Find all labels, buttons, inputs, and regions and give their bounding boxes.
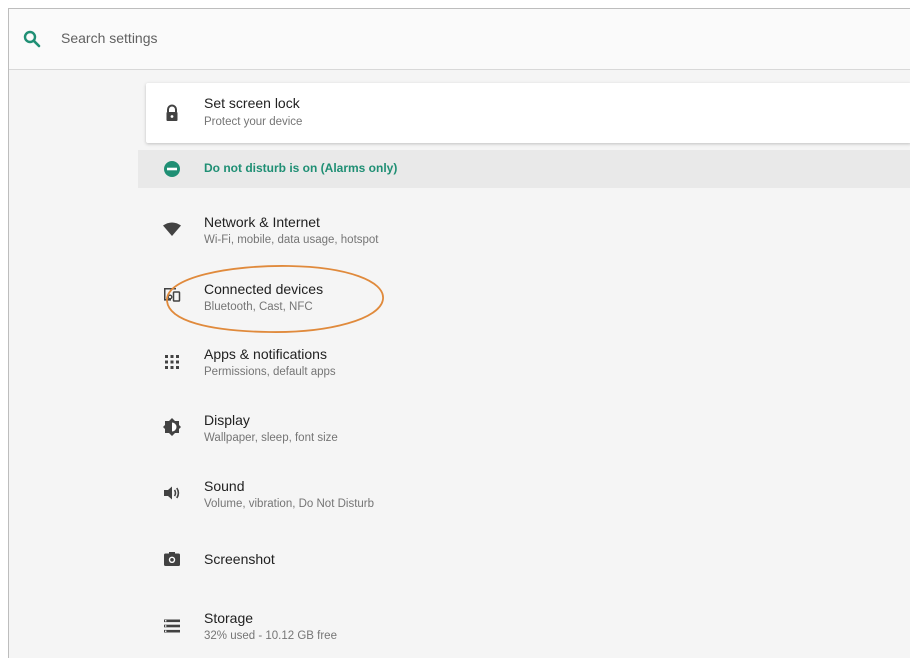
lock-icon xyxy=(166,104,178,121)
settings-item-storage[interactable]: Storage 32% used - 10.12 GB free xyxy=(146,601,846,651)
brightness-icon xyxy=(163,418,181,436)
settings-item-apps[interactable]: Apps & notifications Permissions, defaul… xyxy=(146,337,846,387)
network-title: Network & Internet xyxy=(204,214,320,230)
apps-grid-icon xyxy=(165,355,179,369)
screenshot-title: Screenshot xyxy=(204,551,275,567)
apps-subtitle: Permissions, default apps xyxy=(204,366,336,378)
network-subtitle: Wi-Fi, mobile, data usage, hotspot xyxy=(204,234,379,246)
sound-title: Sound xyxy=(204,478,245,494)
screen-lock-title: Set screen lock xyxy=(204,95,300,111)
search-icon[interactable] xyxy=(23,30,41,48)
connected-devices-subtitle: Bluetooth, Cast, NFC xyxy=(204,301,313,313)
settings-item-display[interactable]: Display Wallpaper, sleep, font size xyxy=(146,403,846,453)
settings-list: Set screen lock Protect your device Do n… xyxy=(9,70,910,658)
dnd-banner[interactable]: Do not disturb is on (Alarms only) xyxy=(138,150,910,188)
storage-icon xyxy=(164,619,180,633)
search-input[interactable]: Search settings xyxy=(61,30,158,46)
settings-item-network[interactable]: Network & Internet Wi-Fi, mobile, data u… xyxy=(146,205,846,255)
sound-subtitle: Volume, vibration, Do Not Disturb xyxy=(204,498,375,510)
wifi-icon xyxy=(163,222,181,236)
settings-item-screenshot[interactable]: Screenshot xyxy=(146,537,846,581)
display-title: Display xyxy=(204,412,250,428)
display-subtitle: Wallpaper, sleep, font size xyxy=(204,432,338,444)
volume-icon xyxy=(164,486,180,500)
devices-icon xyxy=(164,288,181,302)
screen-lock-card[interactable]: Set screen lock Protect your device xyxy=(146,83,910,143)
storage-subtitle: 32% used - 10.12 GB free xyxy=(204,630,337,642)
settings-item-connected-devices[interactable]: Connected devices Bluetooth, Cast, NFC xyxy=(146,271,846,321)
settings-window: Search settings Set screen lock Protect … xyxy=(8,8,910,658)
dnd-label: Do not disturb is on (Alarms only) xyxy=(204,161,398,175)
storage-title: Storage xyxy=(204,610,254,626)
dnd-icon xyxy=(164,161,180,177)
screen-lock-subtitle: Protect your device xyxy=(204,116,303,128)
search-bar[interactable]: Search settings xyxy=(9,9,910,70)
camera-icon xyxy=(164,552,180,566)
settings-item-sound[interactable]: Sound Volume, vibration, Do Not Disturb xyxy=(146,469,846,519)
connected-devices-title: Connected devices xyxy=(204,281,324,297)
apps-title: Apps & notifications xyxy=(204,346,327,362)
